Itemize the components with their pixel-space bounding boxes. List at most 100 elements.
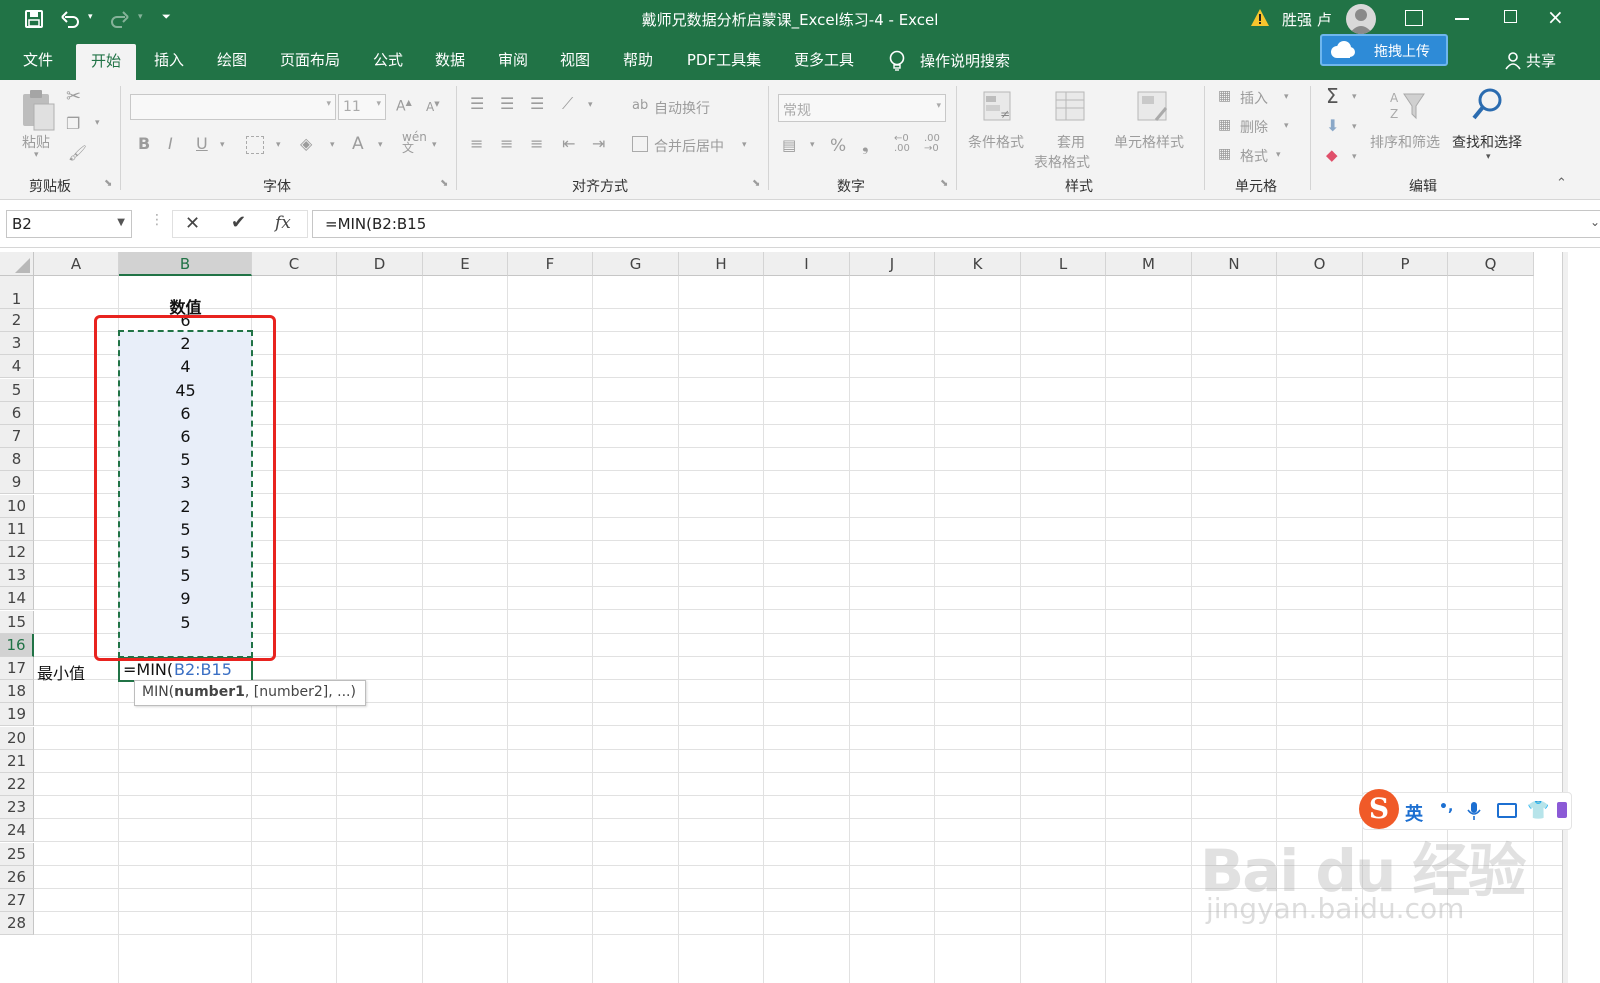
keyboard-icon[interactable] [1497,803,1517,818]
font-size-combobox[interactable]: 11 ▾ [338,94,386,120]
fill-color-dropdown-icon[interactable]: ▾ [330,140,335,150]
copy-dropdown-icon[interactable]: ▾ [95,118,100,128]
delete-dropdown-icon[interactable]: ▾ [1284,121,1289,131]
select-all-corner[interactable] [0,252,34,276]
column-header-k[interactable]: K [935,252,1021,276]
avatar[interactable] [1346,4,1376,34]
row-header-11[interactable]: 11 [0,518,34,541]
clear-dropdown-icon[interactable]: ▾ [1352,152,1357,162]
tell-me-search[interactable]: 操作说明搜索 [920,50,1010,71]
borders-dropdown-icon[interactable]: ▾ [276,140,281,150]
insert-dropdown-icon[interactable]: ▾ [1284,92,1289,102]
redo-icon[interactable] [110,9,130,29]
column-header-p[interactable]: P [1363,252,1448,276]
undo-icon[interactable] [60,9,80,29]
row-header-9[interactable]: 9 [0,471,34,494]
undo-dropdown-icon[interactable]: ▾ [88,12,93,22]
formula-input[interactable]: =MIN(B2:B15 ⌄ [312,210,1600,238]
cancel-entry-icon[interactable]: ✕ [185,213,200,234]
name-box-dropdown-icon[interactable]: ▼ [117,217,125,228]
percent-button[interactable]: % [830,136,846,156]
fill-icon[interactable]: ⬇ [1326,116,1339,135]
tab-more-tools[interactable]: 更多工具 [786,40,862,80]
worksheet-grid[interactable]: ABCDEFGHIJKLMNOPQ 1 2 3 4 5 6 7 8 9 10 11 12 13 14 15 1… [0,252,1600,983]
decrease-decimal-icon[interactable]: .00 →0 [924,134,940,154]
close-icon[interactable]: × [1547,5,1564,29]
tooltip-function[interactable]: MIN( [142,684,174,700]
tab-pdf-tools[interactable]: PDF工具集 [678,40,770,80]
autosum-dropdown-icon[interactable]: ▾ [1352,92,1357,102]
row-header-1[interactable]: 1 [0,276,34,309]
expand-formula-bar-icon[interactable]: ⌄ [1590,215,1600,229]
warning-icon[interactable] [1250,8,1270,28]
insert-function-button[interactable]: fx [275,213,291,233]
row-header-15[interactable]: 15 [0,611,34,634]
row-header-25[interactable]: 25 [0,843,34,866]
accounting-format-icon[interactable]: ▤ [782,136,796,154]
increase-font-icon[interactable]: A▲ [396,98,412,115]
row-header-4[interactable]: 4 [0,355,34,378]
merge-center-button[interactable]: 合并后居中 [654,136,724,156]
redo-dropdown-icon[interactable]: ▾ [138,12,143,22]
upload-button[interactable]: 拖拽上传 [1320,34,1448,66]
align-right-icon[interactable]: ≡ [530,134,543,153]
paste-icon[interactable] [20,88,56,132]
row-header-23[interactable]: 23 [0,796,34,819]
customize-qat-icon[interactable]: ⏷ [162,10,171,24]
italic-button[interactable]: I [168,134,173,153]
column-header-i[interactable]: I [764,252,850,276]
column-header-j[interactable]: J [850,252,935,276]
confirm-entry-icon[interactable]: ✔ [231,212,246,233]
row-header-20[interactable]: 20 [0,727,34,750]
insert-cells-button[interactable]: 插入 [1240,88,1268,108]
column-header-n[interactable]: N [1192,252,1277,276]
column-header-c[interactable]: C [252,252,337,276]
microphone-icon[interactable] [1467,801,1481,821]
tab-draw[interactable]: 绘图 [205,40,259,80]
format-as-table-line2[interactable]: 表格格式 [1034,152,1090,172]
increase-indent-icon[interactable]: ⇥ [592,134,605,153]
font-color-dropdown-icon[interactable]: ▾ [378,140,383,150]
phonetic-dropdown-icon[interactable]: ▾ [432,140,437,150]
find-select-button[interactable]: 查找和选择 [1452,132,1522,152]
row-header-13[interactable]: 13 [0,564,34,587]
align-center-icon[interactable]: ≡ [500,134,513,153]
comma-button[interactable]: ❟ [862,136,869,156]
cell-styles-icon[interactable] [1136,90,1170,124]
decrease-font-icon[interactable]: A▼ [426,100,440,114]
clear-icon[interactable]: ◆ [1326,146,1338,164]
fill-dropdown-icon[interactable]: ▾ [1352,122,1357,132]
tab-view[interactable]: 视图 [549,40,601,80]
row-header-18[interactable]: 18 [0,680,34,703]
row-header-6[interactable]: 6 [0,402,34,425]
format-painter-icon[interactable]: 🖌 [68,144,87,162]
row-header-2[interactable]: 2 [0,309,34,332]
row-header-8[interactable]: 8 [0,448,34,471]
tab-formulas[interactable]: 公式 [362,40,414,80]
alignment-launcher-icon[interactable]: ⬊ [752,178,760,189]
row-header-19[interactable]: 19 [0,703,34,726]
row-header-14[interactable]: 14 [0,587,34,610]
wrap-text-icon[interactable]: ab [632,98,648,113]
wrap-text-button[interactable]: 自动换行 [654,98,710,118]
column-header-d[interactable]: D [337,252,423,276]
column-header-h[interactable]: H [679,252,764,276]
row-header-27[interactable]: 27 [0,889,34,912]
column-header-f[interactable]: F [508,252,593,276]
accounting-dropdown-icon[interactable]: ▾ [810,140,815,150]
row-header-21[interactable]: 21 [0,750,34,773]
tab-data[interactable]: 数据 [424,40,476,80]
row-header-10[interactable]: 10 [0,495,34,518]
tab-review[interactable]: 审阅 [487,40,539,80]
format-as-table-line1[interactable]: 套用 [1057,132,1085,152]
name-box[interactable]: B2 ▼ [6,210,132,238]
share-icon[interactable] [1505,52,1521,70]
insert-cells-icon[interactable]: ▦ [1218,88,1231,104]
row-header-7[interactable]: 7 [0,425,34,448]
find-dropdown-icon[interactable]: ▾ [1486,152,1491,162]
merge-dropdown-icon[interactable]: ▾ [742,140,747,150]
align-bottom-icon[interactable]: ☰ [530,94,544,113]
sort-filter-button[interactable]: 排序和筛选 [1370,132,1440,152]
column-header-g[interactable]: G [593,252,679,276]
bold-button[interactable]: B [138,134,150,153]
